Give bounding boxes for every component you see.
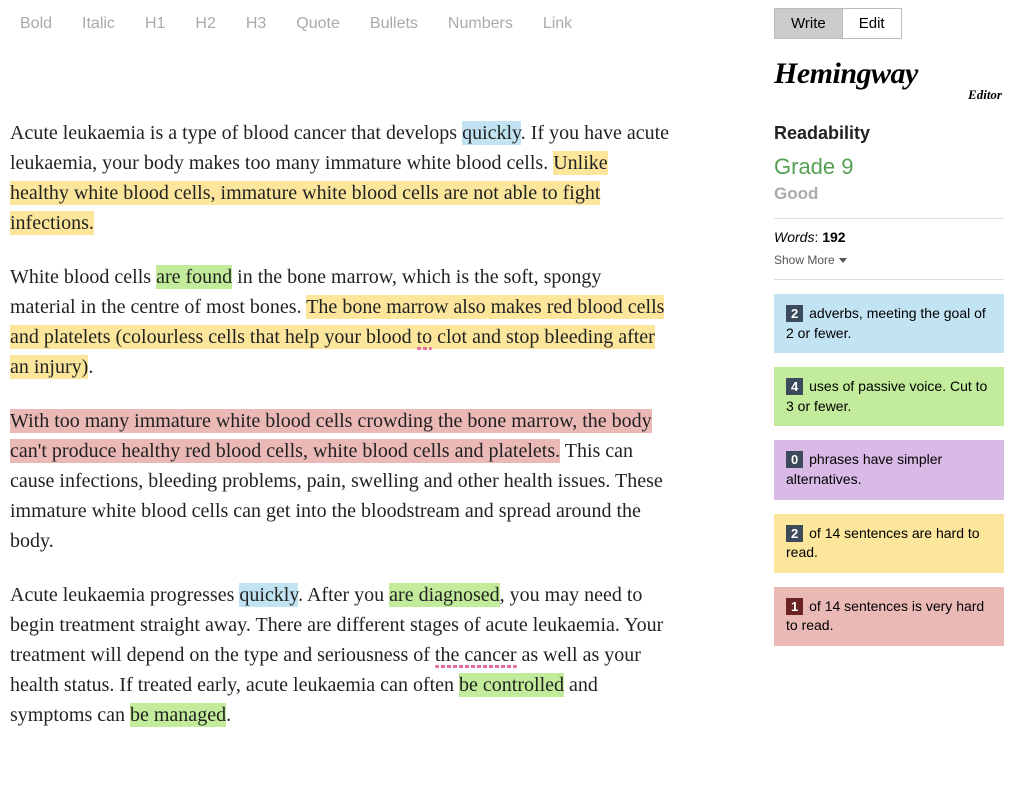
paragraph[interactable]: White blood cells are found in the bone … [10, 262, 670, 382]
readability-grade: Grade 9 [774, 154, 1004, 180]
paragraph[interactable]: Acute leukaemia is a type of blood cance… [10, 118, 670, 238]
passive-voice-highlight: are found [156, 265, 232, 289]
stat-veryhard: 1 of 14 sentences is very hard to read. [774, 587, 1004, 646]
bold-button[interactable]: Bold [20, 15, 52, 33]
stat-adverb: 2 adverbs, meeting the goal of 2 or fewe… [774, 294, 1004, 353]
write-mode-button[interactable]: Write [775, 9, 842, 38]
stat-hard: 2 of 14 sentences are hard to read. [774, 514, 1004, 573]
paragraph[interactable]: Acute leukaemia progresses quickly. Afte… [10, 580, 670, 730]
word-count: Words: 192 [774, 229, 1004, 245]
paragraph[interactable]: With too many immature white blood cells… [10, 406, 670, 556]
passive-voice-highlight: be controlled [459, 673, 564, 697]
passive-voice-highlight: are diagnosed [389, 583, 500, 607]
caret-down-icon [839, 258, 847, 263]
h1-button[interactable]: H1 [145, 15, 165, 33]
adverb-highlight: quickly [462, 121, 521, 145]
count-badge: 2 [786, 305, 803, 322]
quote-button[interactable]: Quote [296, 15, 340, 33]
very-hard-sentence-highlight: With too many immature white blood cells… [10, 409, 652, 463]
count-badge: 0 [786, 451, 803, 468]
count-badge: 1 [786, 598, 803, 615]
adverb-highlight: quickly [239, 583, 298, 607]
suggestion-underline: the cancer [435, 644, 517, 666]
editor-content[interactable]: Acute leukaemia is a type of blood cance… [0, 48, 680, 764]
stat-passive: 4 uses of passive voice. Cut to 3 or few… [774, 367, 1004, 426]
edit-mode-button[interactable]: Edit [842, 9, 901, 38]
sidebar: Write Edit Hemingway Editor Readability … [774, 8, 1004, 646]
stat-phrase: 0 phrases have simpler alternatives. [774, 440, 1004, 499]
link-button[interactable]: Link [543, 15, 572, 33]
divider [774, 279, 1004, 280]
suggestion-underline: to [417, 326, 433, 348]
mode-toggle: Write Edit [774, 8, 902, 39]
numbers-button[interactable]: Numbers [448, 15, 513, 33]
passive-voice-highlight: be managed [130, 703, 226, 727]
count-badge: 4 [786, 378, 803, 395]
h3-button[interactable]: H3 [246, 15, 266, 33]
divider [774, 218, 1004, 219]
readability-heading: Readability [774, 123, 1004, 144]
h2-button[interactable]: H2 [195, 15, 215, 33]
show-more-button[interactable]: Show More [774, 253, 847, 267]
italic-button[interactable]: Italic [82, 15, 115, 33]
count-badge: 2 [786, 525, 803, 542]
readability-quality: Good [774, 184, 1004, 204]
bullets-button[interactable]: Bullets [370, 15, 418, 33]
logo: Hemingway [774, 57, 1004, 91]
